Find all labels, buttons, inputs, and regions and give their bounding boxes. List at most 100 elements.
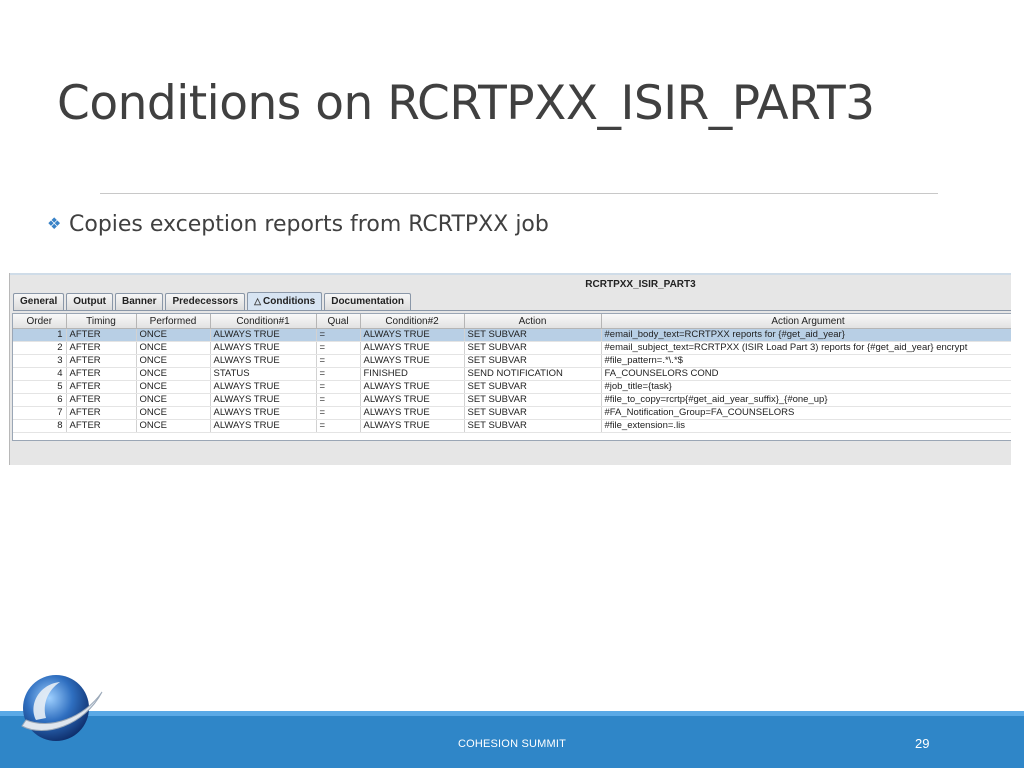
cell-timing: AFTER xyxy=(66,419,137,433)
cell-condition2: ALWAYS TRUE xyxy=(360,341,465,355)
cell-condition2: FINISHED xyxy=(360,367,465,381)
cell-performed: ONCE xyxy=(136,380,211,394)
cell-condition2: ALWAYS TRUE xyxy=(360,393,465,407)
cell-action: SET SUBVAR xyxy=(464,419,602,433)
cell-timing: AFTER xyxy=(66,328,137,342)
cell-action-argument: #file_pattern=.*\.*$ xyxy=(601,354,1011,368)
cell-order: 3 xyxy=(13,354,67,368)
cell-condition1: ALWAYS TRUE xyxy=(210,354,317,368)
cell-performed: ONCE xyxy=(136,419,211,433)
cell-performed: ONCE xyxy=(136,393,211,407)
cell-order: 1 xyxy=(13,328,67,342)
cell-qual: = xyxy=(316,341,361,355)
footer-text: COHESION SUMMIT xyxy=(457,738,567,750)
cell-order: 4 xyxy=(13,367,67,381)
cell-action: SET SUBVAR xyxy=(464,341,602,355)
cell-qual: = xyxy=(316,393,361,407)
bullet-text: Copies exception reports from RCRTPXX jo… xyxy=(69,212,549,237)
cell-qual: = xyxy=(316,328,361,342)
column-header-condition1[interactable]: Condition#1 xyxy=(210,314,317,329)
column-header-action-argument[interactable]: Action Argument xyxy=(601,314,1011,329)
cell-performed: ONCE xyxy=(136,354,211,368)
cell-condition2: ALWAYS TRUE xyxy=(360,419,465,433)
table-header-row: Order Timing Performed Condition#1 Qual … xyxy=(13,314,1011,329)
cell-order: 8 xyxy=(13,419,67,433)
bullet-item: ❖ Copies exception reports from RCRTPXX j… xyxy=(47,212,549,237)
job-conditions-window: RCRTPXX_ISIR_PART3 General Output Banner… xyxy=(9,273,1011,465)
cell-condition1: ALWAYS TRUE xyxy=(210,419,317,433)
cell-action-argument: #email_subject_text=RCRTPXX (ISIR Load P… xyxy=(601,341,1011,355)
column-header-qual[interactable]: Qual xyxy=(316,314,361,329)
table-row[interactable]: 4 AFTER ONCE STATUS = FINISHED SEND NOTI… xyxy=(13,367,1011,381)
cell-timing: AFTER xyxy=(66,354,137,368)
cell-performed: ONCE xyxy=(136,341,211,355)
window-title: RCRTPXX_ISIR_PART3 xyxy=(585,279,696,290)
table-row[interactable]: 8 AFTER ONCE ALWAYS TRUE = ALWAYS TRUE S… xyxy=(13,419,1011,433)
column-header-performed[interactable]: Performed xyxy=(136,314,211,329)
slide-title: Conditions on RCRTPXX_ISIR_PART3 xyxy=(57,76,875,131)
cell-condition1: STATUS xyxy=(210,367,317,381)
cell-action-argument: #file_extension=.lis xyxy=(601,419,1011,433)
cell-condition1: ALWAYS TRUE xyxy=(210,406,317,420)
cell-performed: ONCE xyxy=(136,367,211,381)
cell-qual: = xyxy=(316,367,361,381)
cell-order: 6 xyxy=(13,393,67,407)
cell-qual: = xyxy=(316,354,361,368)
column-header-action[interactable]: Action xyxy=(464,314,602,329)
tab-documentation[interactable]: Documentation xyxy=(324,293,411,310)
cell-timing: AFTER xyxy=(66,341,137,355)
column-header-timing[interactable]: Timing xyxy=(66,314,137,329)
page-number: 29 xyxy=(915,736,930,751)
cell-timing: AFTER xyxy=(66,380,137,394)
cell-condition1: ALWAYS TRUE xyxy=(210,393,317,407)
cell-action-argument: #job_title={task} xyxy=(601,380,1011,394)
cell-timing: AFTER xyxy=(66,406,137,420)
cell-action: SET SUBVAR xyxy=(464,393,602,407)
column-header-condition2[interactable]: Condition#2 xyxy=(360,314,465,329)
table-row[interactable]: 7 AFTER ONCE ALWAYS TRUE = ALWAYS TRUE S… xyxy=(13,406,1011,420)
cell-condition1: ALWAYS TRUE xyxy=(210,341,317,355)
footer-bar: COHESION SUMMIT 29 xyxy=(0,716,1024,768)
tab-general[interactable]: General xyxy=(13,293,65,310)
cell-condition2: ALWAYS TRUE xyxy=(360,406,465,420)
cell-order: 5 xyxy=(13,380,67,394)
tab-banner[interactable]: Banner xyxy=(115,293,164,310)
tab-predecessors[interactable]: Predecessors xyxy=(165,293,246,310)
cell-action-argument: FA_COUNSELORS COND xyxy=(601,367,1011,381)
tab-output[interactable]: Output xyxy=(66,293,114,310)
cell-condition2: ALWAYS TRUE xyxy=(360,354,465,368)
tab-bar: General Output Banner Predecessors △ Cond… xyxy=(13,292,1011,311)
table-row[interactable]: 6 AFTER ONCE ALWAYS TRUE = ALWAYS TRUE S… xyxy=(13,393,1011,407)
diamond-cluster-icon: ❖ xyxy=(47,214,62,233)
cell-order: 2 xyxy=(13,341,67,355)
cell-order: 7 xyxy=(13,406,67,420)
cell-timing: AFTER xyxy=(66,367,137,381)
column-header-order[interactable]: Order xyxy=(13,314,67,329)
cell-action: SET SUBVAR xyxy=(464,380,602,394)
table-row[interactable]: 3 AFTER ONCE ALWAYS TRUE = ALWAYS TRUE S… xyxy=(13,354,1011,368)
conditions-table: Order Timing Performed Condition#1 Qual … xyxy=(13,314,1011,433)
globe-swoosh-logo xyxy=(21,675,103,741)
cell-action: SET SUBVAR xyxy=(464,406,602,420)
cell-timing: AFTER xyxy=(66,393,137,407)
cell-action: SET SUBVAR xyxy=(464,354,602,368)
triangle-warning-icon: △ xyxy=(254,296,261,306)
cell-condition2: ALWAYS TRUE xyxy=(360,380,465,394)
cell-action: SET SUBVAR xyxy=(464,328,602,342)
cell-action: SEND NOTIFICATION xyxy=(464,367,602,381)
table-row[interactable]: 2 AFTER ONCE ALWAYS TRUE = ALWAYS TRUE S… xyxy=(13,341,1011,355)
conditions-table-panel: Order Timing Performed Condition#1 Qual … xyxy=(12,313,1011,441)
cell-qual: = xyxy=(316,406,361,420)
title-divider xyxy=(100,193,938,194)
cell-condition1: ALWAYS TRUE xyxy=(210,328,317,342)
cell-condition1: ALWAYS TRUE xyxy=(210,380,317,394)
cell-qual: = xyxy=(316,380,361,394)
cell-performed: ONCE xyxy=(136,406,211,420)
tab-conditions[interactable]: △ Conditions xyxy=(247,292,323,310)
window-top-border xyxy=(10,273,1011,275)
cell-action-argument: #email_body_text=RCRTPXX reports for {#g… xyxy=(601,328,1011,342)
table-row[interactable]: 1 AFTER ONCE ALWAYS TRUE = ALWAYS TRUE S… xyxy=(13,328,1011,342)
cell-action-argument: #file_to_copy=rcrtp{#get_aid_year_suffix… xyxy=(601,393,1011,407)
table-row[interactable]: 5 AFTER ONCE ALWAYS TRUE = ALWAYS TRUE S… xyxy=(13,380,1011,394)
tab-conditions-label: Conditions xyxy=(263,296,316,307)
